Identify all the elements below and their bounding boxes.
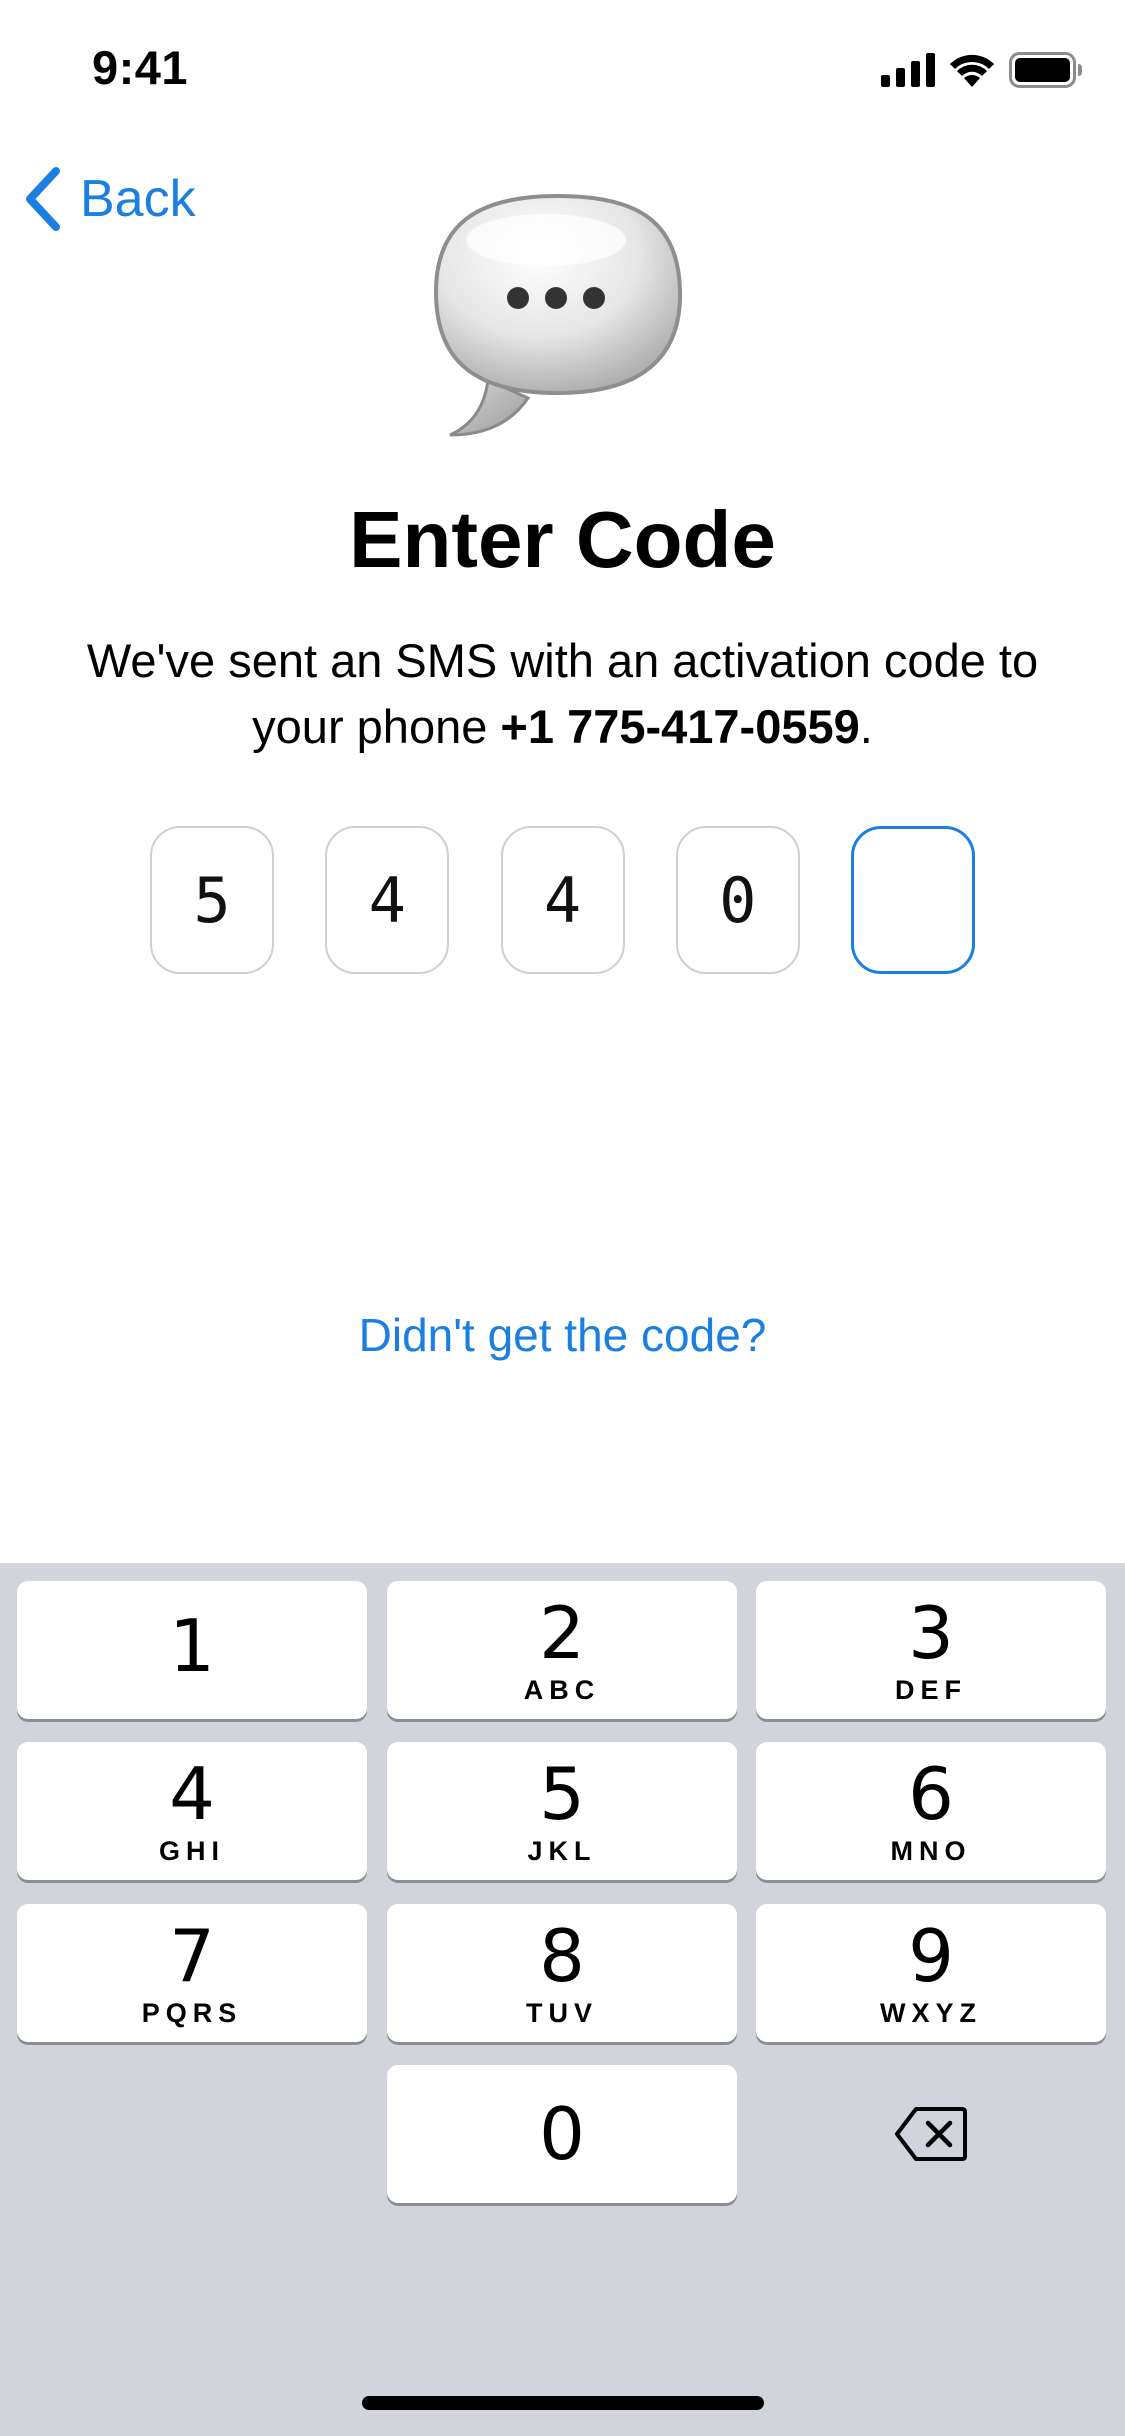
key-digit: 2 (539, 1590, 585, 1675)
key-digit: 7 (169, 1913, 215, 1998)
speech-bubble-icon (433, 193, 683, 437)
backspace-button[interactable] (756, 2065, 1106, 2203)
subtitle-suffix: . (859, 700, 873, 753)
key-digit: 6 (908, 1751, 954, 1836)
page-title: Enter Code (349, 495, 776, 584)
phone-number: +1 775-417-0559 (500, 700, 860, 753)
keypad-key-4[interactable]: 4 GHI (17, 1742, 367, 1880)
key-letters: ABC (523, 1674, 601, 1705)
key-digit: 9 (908, 1913, 954, 1998)
status-icons (881, 50, 1083, 90)
code-input[interactable]: 5 4 4 0 (150, 826, 975, 978)
cellular-signal-icon (881, 53, 935, 87)
key-letters: DEF (895, 1674, 967, 1705)
delete-left-icon (895, 2107, 967, 2161)
keypad-key-6[interactable]: 6 MNO (756, 1742, 1106, 1880)
back-label: Back (80, 170, 196, 228)
status-bar: 9:41 (0, 0, 1125, 132)
code-digit-box[interactable]: 5 (150, 826, 274, 974)
back-button[interactable]: Back (22, 162, 196, 236)
code-digit-box[interactable]: 4 (500, 826, 625, 974)
key-digit: 5 (539, 1751, 585, 1836)
key-letters: JKL (527, 1835, 597, 1866)
wifi-icon (950, 54, 994, 87)
key-digit: 3 (908, 1590, 954, 1675)
home-indicator[interactable] (362, 2396, 764, 2410)
subtitle: We've sent an SMS with an activation cod… (40, 628, 1085, 760)
key-letters: WXYZ (880, 1997, 982, 2028)
key-letters: PQRS (141, 1997, 243, 2028)
chevron-left-icon (26, 167, 60, 231)
code-digit-box[interactable]: 4 (325, 826, 450, 974)
keypad-key-2[interactable]: 2 ABC (387, 1581, 737, 1719)
key-digit: 1 (169, 1604, 215, 1688)
numeric-keypad: 1 2 ABC 3 DEF 4 GHI 5 JKL 6 MNO 7 PQRS 8… (0, 1563, 1125, 2436)
key-letters: GHI (158, 1835, 225, 1866)
key-letters: TUV (526, 1997, 598, 2028)
keypad-key-1[interactable]: 1 (17, 1581, 367, 1719)
key-digit: 0 (539, 2092, 585, 2176)
keypad-key-5[interactable]: 5 JKL (387, 1742, 737, 1880)
code-digit-box[interactable]: 0 (675, 826, 800, 974)
key-digit: 4 (169, 1751, 215, 1836)
resend-code-link[interactable]: Didn't get the code? (0, 1308, 1125, 1362)
keypad-key-9[interactable]: 9 WXYZ (756, 1904, 1106, 2042)
keypad-key-7[interactable]: 7 PQRS (17, 1904, 367, 2042)
key-digit: 8 (539, 1913, 585, 1998)
battery-icon (1009, 52, 1082, 88)
keypad-key-0[interactable]: 0 (387, 2065, 737, 2203)
keypad-key-3[interactable]: 3 DEF (756, 1581, 1106, 1719)
code-digit-box[interactable] (851, 826, 975, 974)
key-letters: MNO (890, 1835, 972, 1866)
keypad-key-8[interactable]: 8 TUV (387, 1904, 737, 2042)
status-time: 9:41 (92, 41, 189, 94)
